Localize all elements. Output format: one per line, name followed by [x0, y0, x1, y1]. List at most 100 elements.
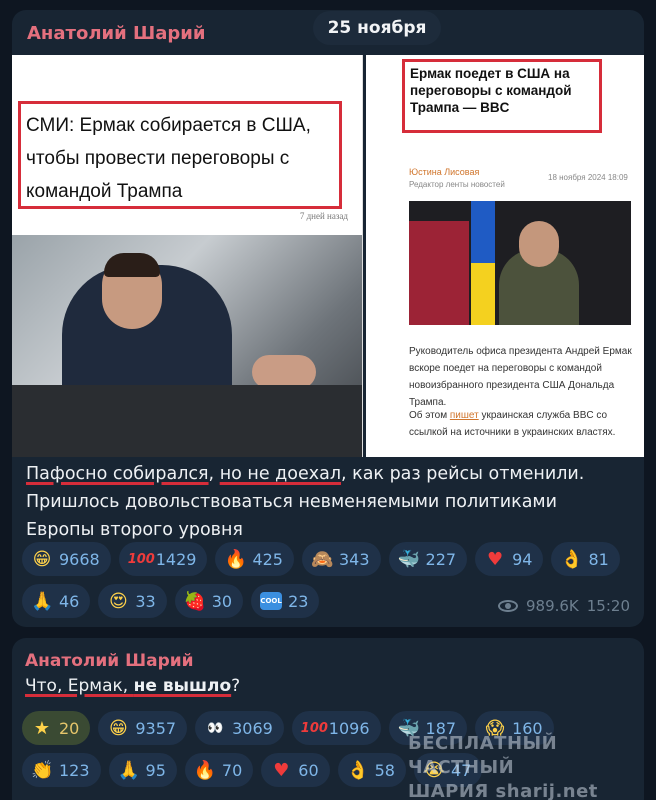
article-paragraph: Об этом пишет украинская служба BBC со с… — [409, 407, 639, 441]
photo — [12, 235, 362, 457]
reaction-button[interactable]: 🙈 343 — [301, 542, 381, 576]
reaction-count: 425 — [252, 549, 283, 569]
star-icon: ★ — [33, 717, 51, 739]
reaction-button[interactable]: 🐳 227 — [388, 542, 468, 576]
eyes-icon: 👀 — [206, 720, 224, 736]
reaction-button[interactable]: 🔥 425 — [215, 542, 294, 576]
article-date: 18 ноября 2024 18:09 — [548, 173, 628, 182]
message-bubble[interactable]: Анатолий Шарий СМИ: Ермак собирается в С… — [12, 10, 644, 627]
reaction-button[interactable]: 😭 47 — [413, 753, 483, 787]
reaction-count: 227 — [425, 549, 457, 569]
photo-table — [12, 385, 362, 457]
screenshot-right[interactable]: Ермак поедет в США на переговоры с коман… — [366, 55, 644, 457]
reaction-count: 95 — [145, 760, 166, 780]
reaction-count: 343 — [338, 549, 370, 569]
article-author-role: Редактор ленты новостей — [409, 180, 505, 189]
reaction-button[interactable]: ♥ 94 — [475, 542, 544, 576]
strawberry-icon: 🍓 — [183, 590, 207, 612]
text: , — [208, 464, 220, 484]
paragraph-text: Об этом — [409, 410, 450, 421]
message-bubble[interactable]: Анатолий Шарий Что, Ермак, не вышло? ★ 20… — [12, 638, 644, 800]
reaction-button[interactable]: 🐳 187 — [388, 711, 468, 745]
photo — [409, 201, 631, 325]
reaction-count: 58 — [374, 760, 395, 780]
photo-figure-head — [519, 221, 559, 267]
scream-icon: 😱 — [485, 717, 505, 739]
reaction-count: 23 — [288, 591, 309, 611]
reaction-count: 46 — [59, 591, 80, 611]
timestamp: 7 дней назад — [299, 211, 348, 221]
reactions-bar: ★ 20 😁 9357 👀 3069 100 1096 🐳 187 😱 160 👏 123 🙏 95 🔥 70 ♥ 6… — [22, 711, 634, 787]
reaction-button[interactable]: 🍓 30 — [174, 584, 244, 618]
flag-blue-stripe — [471, 201, 495, 263]
reaction-count: 30 — [211, 591, 233, 611]
eye-icon — [497, 600, 518, 612]
hundred-icon: 100 — [300, 720, 328, 736]
reaction-button[interactable]: 100 1429 — [118, 542, 208, 576]
whale-icon: 🐳 — [397, 548, 420, 570]
reaction-count: 123 — [59, 760, 90, 780]
underlined-text: Пафосно собирался — [26, 464, 209, 484]
heart-icon: ♥ — [487, 548, 504, 570]
screenshot-left[interactable]: СМИ: Ермак собирается в США, чтобы прове… — [12, 55, 363, 457]
reaction-count: 60 — [298, 760, 319, 780]
reaction-count: 47 — [450, 760, 472, 780]
reaction-button[interactable]: 👏 123 — [22, 753, 101, 787]
reaction-button[interactable]: ★ 20 — [22, 711, 91, 745]
photo-figure-hand — [252, 355, 316, 389]
reaction-count: 187 — [425, 718, 457, 738]
reaction-button[interactable]: COOL 23 — [251, 584, 320, 618]
reaction-button[interactable]: ♥ 60 — [261, 753, 330, 787]
photo-figure-hair — [104, 253, 160, 277]
hundred-icon: 100 — [127, 551, 155, 567]
reaction-count: 81 — [588, 549, 609, 569]
underlined-text: Что, Ермак, — [25, 676, 134, 696]
reaction-button[interactable]: 🙏 46 — [22, 584, 91, 618]
cool-icon: COOL — [260, 592, 283, 610]
reaction-button[interactable]: 🙏 95 — [108, 753, 177, 787]
grin-icon: 😁 — [108, 717, 128, 739]
article-paragraph: Руководитель офиса президента Андрей Ерм… — [409, 346, 632, 408]
reaction-count: 9357 — [135, 718, 177, 738]
reaction-button[interactable]: 👀 3069 — [195, 711, 284, 745]
heart-icon: ♥ — [273, 759, 290, 781]
reaction-button[interactable]: 😁 9357 — [98, 711, 188, 745]
message-time: 15:20 — [586, 597, 630, 615]
heart-eyes-icon: 😍 — [108, 590, 128, 612]
reaction-count: 70 — [221, 760, 243, 780]
reaction-count: 9668 — [59, 549, 100, 569]
reaction-button[interactable]: 👌 81 — [551, 542, 620, 576]
bold-underlined-text: не вышло — [133, 676, 232, 696]
headline: Ермак поедет в США на переговоры с коман… — [410, 66, 572, 115]
reaction-button[interactable]: 😁 9668 — [22, 542, 111, 576]
grin-icon: 😁 — [32, 548, 52, 570]
cry-icon: 😭 — [423, 759, 445, 781]
headline: СМИ: Ермак собирается в США, чтобы прове… — [26, 115, 311, 202]
author-name[interactable]: Анатолий Шарий — [25, 651, 194, 671]
reaction-button[interactable]: 😱 160 — [475, 711, 554, 745]
pray-icon: 🙏 — [117, 759, 140, 781]
pray-icon: 🙏 — [31, 590, 54, 612]
text: ? — [231, 676, 241, 696]
source-link[interactable]: пишет — [450, 410, 479, 421]
author-name[interactable]: Анатолий Шарий — [27, 23, 205, 44]
reaction-count: 94 — [512, 549, 533, 569]
reaction-count: 1429 — [155, 549, 197, 569]
reaction-button[interactable]: 😍 33 — [98, 584, 167, 618]
fire-icon: 🔥 — [224, 548, 247, 570]
underlined-text: но не доехал — [219, 464, 342, 484]
fire-icon: 🔥 — [193, 759, 217, 781]
view-count: 989.6K — [525, 597, 579, 615]
flag-yellow-stripe — [471, 263, 495, 325]
reaction-button[interactable]: 🔥 70 — [184, 753, 254, 787]
reaction-count: 160 — [512, 718, 543, 738]
message-text: Что, Ермак, не вышло? — [25, 676, 240, 696]
reaction-button[interactable]: 👌 58 — [337, 753, 406, 787]
reaction-button[interactable]: 100 1096 — [291, 711, 381, 745]
date-pill: 25 ноября — [313, 11, 441, 45]
reaction-count: 3069 — [232, 718, 273, 738]
article-author: Юстина Лисовая — [409, 167, 480, 177]
clap-icon: 👏 — [31, 759, 54, 781]
ok-hand-icon: 👌 — [560, 548, 583, 570]
reaction-count: 33 — [135, 591, 156, 611]
